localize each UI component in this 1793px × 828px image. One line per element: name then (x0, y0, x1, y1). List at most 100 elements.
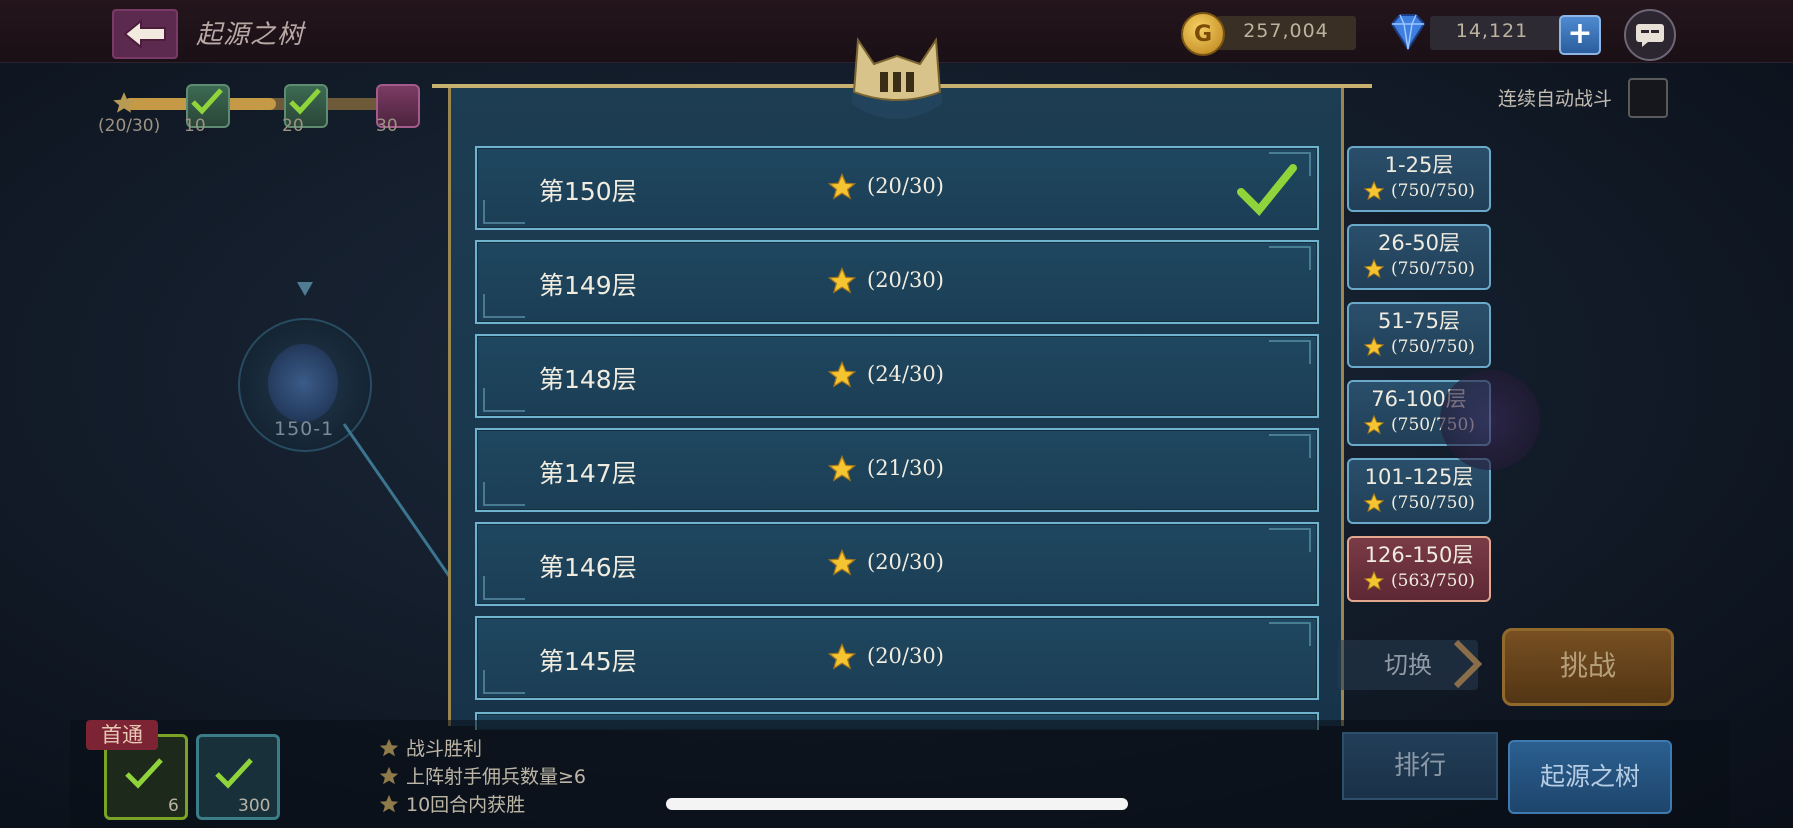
chat-button[interactable] (1624, 9, 1676, 61)
floor-row[interactable]: 第150层 (20/30) (475, 146, 1319, 230)
floor-row[interactable]: 第148层 (24/30) (475, 334, 1319, 418)
node-pointer-icon (297, 282, 313, 296)
check-icon (125, 758, 163, 789)
objective-text: 10回合内获胜 (406, 794, 526, 816)
floor-stars: (24/30) (867, 362, 944, 386)
objective-item: 上阵射手佣兵数量≥6 (378, 762, 586, 789)
frame-corner (483, 294, 525, 318)
floor-name: 第150层 (539, 177, 637, 206)
milestone-label: 10 (184, 116, 206, 136)
range-label: 126-150层 (1364, 543, 1474, 567)
star-icon (827, 454, 857, 484)
range-value-row: (750/750) (1349, 492, 1489, 514)
range-label: 101-125层 (1364, 465, 1474, 489)
range-label: 1-25层 (1384, 153, 1454, 177)
auto-battle-label: 连续自动战斗 (1498, 88, 1613, 110)
floor-row[interactable]: 第147层 (21/30) (475, 428, 1319, 512)
star-icon (379, 766, 399, 784)
floor-stars: (21/30) (867, 456, 944, 480)
star-icon (1363, 180, 1385, 202)
stage-boss-icon (268, 344, 338, 422)
origin-tree-button[interactable]: 起源之树 (1508, 740, 1672, 814)
path-line (342, 423, 458, 587)
range-value-row: (750/750) (1349, 180, 1489, 202)
star-icon (1363, 414, 1385, 436)
range-tab[interactable]: 101-125层 (750/750) (1347, 458, 1491, 524)
check-icon (1237, 164, 1297, 216)
objective-text: 战斗胜利 (406, 738, 483, 760)
objective-item: 战斗胜利 (378, 734, 482, 761)
range-tab[interactable]: 1-25层 (750/750) (1347, 146, 1491, 212)
star-icon (1363, 492, 1385, 514)
stage-node-label: 150-1 (274, 418, 335, 440)
add-gems-button[interactable]: + (1559, 15, 1601, 55)
objective-text: 上阵射手佣兵数量≥6 (406, 766, 587, 788)
objective-item: 10回合内获胜 (378, 790, 525, 817)
stage-node-right[interactable] (1440, 370, 1540, 470)
star-icon (1363, 336, 1385, 358)
range-value: (750/750) (1391, 181, 1475, 201)
range-value-row: (750/750) (1349, 258, 1489, 280)
check-icon (191, 88, 223, 115)
milestone-label: 30 (376, 116, 398, 136)
milestone-label: 20 (282, 116, 304, 136)
floor-name: 第148层 (539, 365, 637, 394)
range-value-row: (750/750) (1349, 336, 1489, 358)
floor-stars: (20/30) (867, 174, 944, 198)
star-icon (827, 642, 857, 672)
gold-value: 257,004 (1243, 20, 1329, 42)
first-clear-badge: 首通 (86, 720, 158, 750)
floor-name: 第145层 (539, 647, 637, 676)
range-value: (750/750) (1391, 493, 1475, 513)
floor-name: 第146层 (539, 553, 637, 582)
slot-count: 300 (238, 796, 271, 816)
back-button[interactable] (112, 9, 178, 59)
chevron-right-icon (1453, 639, 1483, 689)
star-icon (1363, 570, 1385, 592)
floor-stars: (20/30) (867, 644, 944, 668)
range-label: 51-75层 (1377, 309, 1461, 333)
floor-row[interactable]: 第146层 (20/30) (475, 522, 1319, 606)
frame-corner (1269, 434, 1311, 458)
floor-name: 第147层 (539, 459, 637, 488)
star-icon (1363, 258, 1385, 280)
range-tab[interactable]: 51-75层 (750/750) (1347, 302, 1491, 368)
back-arrow-icon (123, 19, 166, 49)
gem-value: 14,121 (1455, 20, 1529, 42)
range-value: (563/750) (1391, 571, 1475, 591)
frame-corner (483, 200, 525, 224)
floor-row[interactable]: 第149层 (20/30) (475, 240, 1319, 324)
star-icon (827, 172, 857, 202)
range-value-row: (563/750) (1349, 570, 1489, 592)
range-label: 26-50层 (1377, 231, 1461, 255)
helmet-emblem-icon (852, 37, 942, 119)
star-icon (379, 738, 399, 756)
range-value: (750/750) (1391, 259, 1475, 279)
check-icon (289, 88, 321, 115)
frame-corner (1269, 340, 1311, 364)
slot-count: 6 (168, 796, 179, 816)
auto-battle-checkbox[interactable] (1628, 78, 1668, 118)
range-tab[interactable]: 26-50层 (750/750) (1347, 224, 1491, 290)
home-indicator[interactable] (666, 798, 1128, 810)
star-icon (827, 360, 857, 390)
floor-stars: (20/30) (867, 268, 944, 292)
star-progress-label: (20/30) (98, 116, 161, 136)
frame-corner (1269, 528, 1311, 552)
chat-icon (1636, 24, 1664, 47)
range-tab[interactable]: 126-150层 (563/750) (1347, 536, 1491, 602)
star-icon (113, 92, 135, 113)
frame-corner (483, 388, 525, 412)
gold-coin-icon: G (1181, 12, 1225, 56)
floor-stars: (20/30) (867, 550, 944, 574)
rank-button[interactable]: 排行 (1342, 732, 1498, 800)
floor-row[interactable]: 第145层 (20/30) (475, 616, 1319, 700)
frame-corner (483, 576, 525, 600)
frame-corner (483, 482, 525, 506)
diamond-icon (1390, 14, 1426, 51)
frame-corner (1269, 246, 1311, 270)
star-icon (379, 794, 399, 812)
frame-corner (483, 670, 525, 694)
range-value: (750/750) (1391, 337, 1475, 357)
challenge-button[interactable]: 挑战 (1502, 628, 1674, 706)
